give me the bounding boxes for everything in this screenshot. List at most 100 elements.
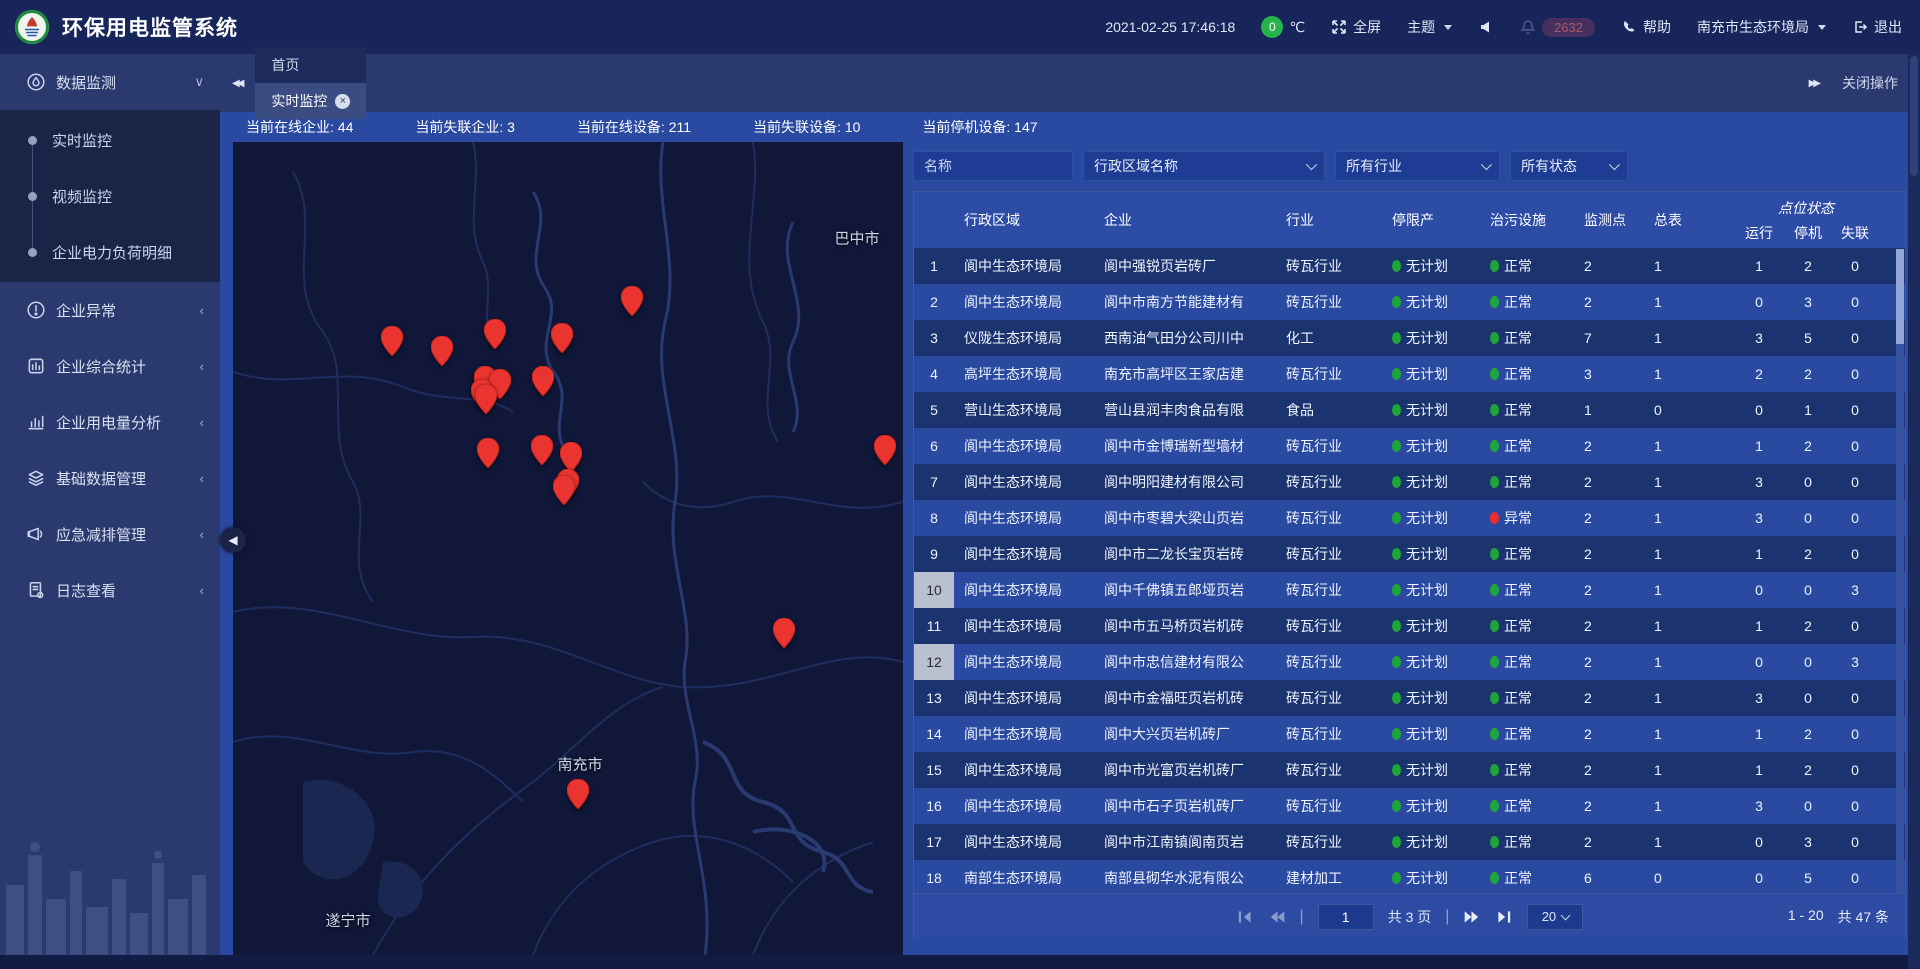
cell-company: 阆中市光富页岩机砖厂 [1094, 752, 1276, 788]
sidebar-item-emergency-reduction[interactable]: 应急减排管理‹ [0, 506, 220, 562]
page-size-select[interactable]: 20 [1527, 904, 1583, 930]
tab-home[interactable]: 首页 [255, 47, 366, 83]
map-pin-icon[interactable] [477, 438, 499, 468]
tab-label: 实时监控 [271, 91, 327, 111]
next-page-button[interactable] [1463, 908, 1481, 926]
total-pages-label: 共 3 页 [1388, 907, 1432, 927]
prev-page-button[interactable] [1268, 908, 1286, 926]
table-row[interactable]: 13阆中生态环境局阆中市金福旺页岩机砖砖瓦行业无计划正常21300 [914, 680, 1905, 716]
sidebar-item-data-monitoring[interactable]: 数据监测∨ [0, 54, 220, 110]
col-industry: 行业 [1276, 192, 1382, 248]
help-button[interactable]: 帮助 [1621, 17, 1671, 37]
cell-halt: 3 [1784, 824, 1832, 860]
tabs-scroll-right-button[interactable]: ▶▶ [1809, 78, 1818, 89]
last-page-button[interactable] [1495, 908, 1513, 926]
cell-run: 1 [1734, 716, 1784, 752]
cell-stop-status: 无计划 [1382, 716, 1480, 752]
industry-filter-select[interactable]: 所有行业 [1335, 151, 1500, 181]
cell-halt: 2 [1784, 716, 1832, 752]
page-scrollbar-thumb[interactable] [1910, 56, 1918, 176]
scrollbar-thumb[interactable] [1896, 249, 1904, 344]
log-icon [26, 580, 46, 600]
close-operations-button[interactable]: 关闭操作 [1842, 73, 1898, 93]
sidebar-item-enterprise-statistics[interactable]: 企业综合统计‹ [0, 338, 220, 394]
table-row[interactable]: 9阆中生态环境局阆中市二龙长宝页岩砖砖瓦行业无计划正常21120 [914, 536, 1905, 572]
table-row[interactable]: 14阆中生态环境局阆中大兴页岩机砖厂砖瓦行业无计划正常21120 [914, 716, 1905, 752]
content-area: ◀◀ 首页实时监控× ▶▶ 关闭操作 当前在线企业: 44当前失联企业: 3当前… [220, 54, 1920, 955]
map-pin-icon[interactable] [532, 366, 554, 396]
map-pin-icon[interactable] [567, 779, 589, 809]
mute-button[interactable] [1478, 19, 1494, 35]
status-dot-icon [1490, 764, 1499, 776]
cell-run: 1 [1734, 536, 1784, 572]
sidebar-item-log-view[interactable]: 日志查看‹ [0, 562, 220, 618]
table-row[interactable]: 18南部生态环境局南部县砌华水泥有限公建材加工无计划正常60050 [914, 860, 1905, 893]
map-pin-icon[interactable] [484, 319, 506, 349]
chevron-left-icon: ‹ [200, 583, 204, 598]
map-pin-icon[interactable] [475, 384, 497, 414]
theme-dropdown[interactable]: 主题 [1407, 17, 1452, 37]
table-row[interactable]: 17阆中生态环境局阆中市江南镇阆南页岩砖瓦行业无计划正常21030 [914, 824, 1905, 860]
cell-run: 3 [1734, 680, 1784, 716]
table-row[interactable]: 15阆中生态环境局阆中市光富页岩机砖厂砖瓦行业无计划正常21120 [914, 752, 1905, 788]
region-filter-select[interactable]: 行政区域名称 [1083, 151, 1325, 181]
map-pin-icon[interactable] [531, 435, 553, 465]
map-pin-icon[interactable] [553, 475, 575, 505]
page-scrollbar[interactable] [1908, 54, 1920, 969]
cell-meter: 0 [1644, 860, 1734, 893]
table-row[interactable]: 2阆中生态环境局阆中市南方节能建材有砖瓦行业无计划正常21030 [914, 284, 1905, 320]
cell-company: 阆中市忠信建材有限公 [1094, 644, 1276, 680]
cell-run: 2 [1734, 356, 1784, 392]
map-pin-icon[interactable] [874, 435, 896, 465]
first-page-button[interactable] [1236, 908, 1254, 926]
sidebar-item-base-data-management[interactable]: 基础数据管理‹ [0, 450, 220, 506]
name-filter-input[interactable] [913, 151, 1073, 181]
sidebar-item-label: 基础数据管理 [56, 468, 146, 489]
table-row[interactable]: 8阆中生态环境局阆中市枣碧大梁山页岩砖瓦行业无计划异常21300 [914, 500, 1905, 536]
map-pin-icon[interactable] [560, 442, 582, 472]
table-row[interactable]: 10阆中生态环境局阆中千佛镇五郎垭页岩砖瓦行业无计划正常21003 [914, 572, 1905, 608]
table-row[interactable]: 12阆中生态环境局阆中市忠信建材有限公砖瓦行业无计划正常21003 [914, 644, 1905, 680]
table-row[interactable]: 5营山生态环境局营山县润丰肉食品有限食品无计划正常10010 [914, 392, 1905, 428]
status-filter-select[interactable]: 所有状态 [1510, 151, 1628, 181]
tabs-scroll-left-button[interactable]: ◀◀ [232, 78, 241, 89]
sidebar-subitem-video-monitor[interactable]: 视频监控 [0, 168, 220, 224]
table-scrollbar[interactable] [1896, 249, 1904, 893]
notifications[interactable]: 2632 [1520, 18, 1595, 37]
sidebar-subitem-realtime-monitor[interactable]: 实时监控 [0, 112, 220, 168]
cell-rownum: 9 [914, 536, 954, 572]
sidebar-subitem-power-load-detail[interactable]: 企业电力负荷明细 [0, 224, 220, 280]
cell-halt: 0 [1784, 788, 1832, 824]
cell-stop-status: 无计划 [1382, 680, 1480, 716]
table-row[interactable]: 16阆中生态环境局阆中市石子页岩机砖厂砖瓦行业无计划正常21300 [914, 788, 1905, 824]
map-pin-icon[interactable] [773, 618, 795, 648]
fullscreen-button[interactable]: 全屏 [1331, 17, 1381, 37]
table-row[interactable]: 1阆中生态环境局阆中强锐页岩砖厂砖瓦行业无计划正常21120 [914, 248, 1905, 284]
table-row[interactable]: 3仪陇生态环境局西南油气田分公司川中化工无计划正常71350 [914, 320, 1905, 356]
map-pin-icon[interactable] [431, 336, 453, 366]
map-city-label: 巴中市 [834, 228, 879, 249]
logout-button[interactable]: 退出 [1852, 17, 1902, 37]
table-row[interactable]: 11阆中生态环境局阆中市五马桥页岩机砖砖瓦行业无计划正常21120 [914, 608, 1905, 644]
map[interactable]: 巴中市南充市遂宁市 ◀ [233, 142, 903, 955]
table-row[interactable]: 4高坪生态环境局南充市高坪区王家店建砖瓦行业无计划正常31220 [914, 356, 1905, 392]
table-row[interactable]: 6阆中生态环境局阆中市金博瑞新型墙材砖瓦行业无计划正常21120 [914, 428, 1905, 464]
page-number-input[interactable] [1318, 904, 1374, 930]
cell-halt: 2 [1784, 428, 1832, 464]
map-collapse-handle[interactable]: ◀ [220, 527, 246, 553]
col-monitor: 监测点 [1574, 192, 1644, 248]
cell-halt: 5 [1784, 860, 1832, 893]
map-city-label: 南充市 [557, 754, 602, 775]
table-row[interactable]: 7阆中生态环境局阆中明阳建材有限公司砖瓦行业无计划正常21300 [914, 464, 1905, 500]
sidebar-item-enterprise-abnormal[interactable]: 企业异常‹ [0, 282, 220, 338]
stats-icon [26, 356, 46, 376]
tab-close-icon[interactable]: × [335, 94, 350, 109]
cell-lost: 0 [1832, 320, 1878, 356]
cell-monitor-points: 3 [1574, 356, 1644, 392]
sidebar-item-power-usage-analysis[interactable]: 企业用电量分析‹ [0, 394, 220, 450]
cell-industry: 砖瓦行业 [1276, 464, 1382, 500]
map-pin-icon[interactable] [551, 323, 573, 353]
user-org-dropdown[interactable]: 南充市生态环境局 [1697, 17, 1826, 37]
map-pin-icon[interactable] [621, 286, 643, 316]
map-pin-icon[interactable] [381, 326, 403, 356]
